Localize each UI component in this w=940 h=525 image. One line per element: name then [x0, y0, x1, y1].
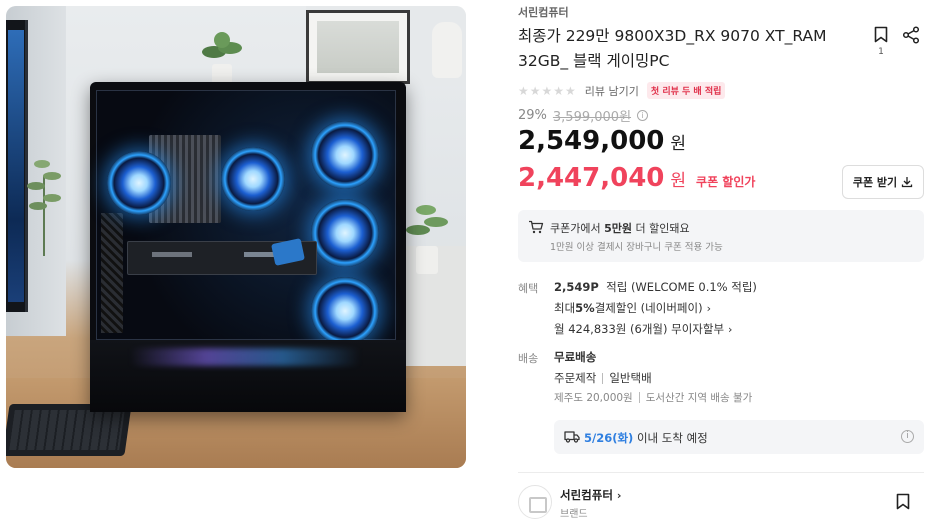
shipping-type-custom: 주문제작 — [554, 371, 597, 385]
sale-price-unit: 원 — [670, 134, 687, 154]
truck-icon — [564, 431, 580, 443]
coupon-notice-sub: 1만원 이상 결제시 장바구니 쿠폰 적용 가능 — [550, 242, 723, 253]
separator — [638, 392, 640, 403]
info-icon[interactable]: i — [901, 430, 914, 443]
chevron-right-icon: › — [728, 322, 733, 336]
divider — [518, 472, 924, 473]
photo-fan — [221, 147, 285, 211]
photo-frame — [306, 10, 410, 84]
photo-mesh — [101, 213, 123, 333]
photo-vase — [432, 22, 462, 78]
coupon-price-value: 2,447,040 — [518, 163, 665, 193]
photo-gpu-label — [152, 252, 192, 257]
bookmark-button[interactable]: 1 — [870, 26, 892, 57]
shipping-fee-line: 무료배송 — [554, 349, 596, 365]
get-coupon-button[interactable]: 쿠폰 받기 — [842, 165, 924, 199]
coupon-notice-suffix: 더 할인돼요 — [632, 222, 690, 235]
delivery-estimate[interactable]: 5/26(화) 이내 도착 예정 i — [554, 420, 924, 454]
discount-row: 29% 3,599,000원 i — [518, 106, 649, 125]
photo-fan — [311, 121, 379, 189]
get-coupon-label: 쿠폰 받기 — [852, 176, 898, 189]
store-avatar — [518, 485, 552, 519]
shipping-type-line: 주문제작 일반택배 — [554, 370, 652, 386]
product-page: 서린컴퓨터 최종가 229만 9800X3D_RX 9070 XT_RAM 32… — [0, 0, 940, 525]
card-discount-desc: 결제할인 (네이버페이) — [594, 301, 703, 315]
store-type: 브랜드 — [560, 509, 588, 520]
product-image[interactable] — [6, 6, 466, 468]
review-reward-badge: 첫 리뷰 두 배 적립 — [646, 82, 726, 99]
store-name-link[interactable]: 서린컴퓨터 › — [560, 487, 621, 503]
installment-line[interactable]: 월 424,833원 (6개월) 무이자할부 › — [554, 321, 732, 337]
discount-percent: 29% — [518, 108, 547, 123]
benefits-label: 혜택 — [518, 282, 539, 295]
rating-row: ★★★★★ 리뷰 남기기 첫 리뷰 두 배 적립 — [518, 82, 726, 99]
shipping-fee: 무료배송 — [554, 350, 597, 364]
store-row[interactable]: 서린컴퓨터 › 브랜드 — [518, 485, 924, 521]
arrival-text: 이내 도착 예정 — [633, 431, 708, 445]
photo-fan — [311, 199, 379, 267]
points-amount: 2,549P — [554, 280, 599, 294]
card-discount-rate: 5% — [575, 301, 595, 315]
original-price: 3,599,000원 — [552, 110, 632, 125]
write-review-link[interactable]: 리뷰 남기기 — [585, 83, 639, 99]
share-button[interactable] — [902, 26, 924, 48]
shipping-label: 배송 — [518, 352, 539, 365]
installment-text: 월 424,833원 (6개월) 무이자할부 — [554, 322, 725, 336]
coupon-notice-title: 쿠폰가에서 5만원 더 할인돼요 — [550, 220, 690, 236]
product-title: 최종가 229만 9800X3D_RX 9070 XT_RAM 32GB_ 블랙… — [518, 27, 827, 70]
coupon-price: 2,447,040 원 쿠폰 할인가 — [518, 163, 755, 193]
cart-icon — [529, 220, 544, 234]
store-name: 서린컴퓨터 — [560, 488, 613, 502]
photo-plant-left — [27, 160, 61, 256]
card-discount-prefix: 최대 — [554, 301, 576, 315]
coupon-notice-prefix: 쿠폰가에서 — [550, 222, 605, 235]
product-info-panel: 서린컴퓨터 최종가 229만 9800X3D_RX 9070 XT_RAM 32… — [518, 0, 928, 525]
shipping-extra-line: 제주도 20,000원 도서산간 지역 배송 불가 — [554, 390, 752, 405]
points-line: 2,549P 적립 (WELCOME 0.1% 적립) — [554, 279, 757, 295]
shipping-type-parcel: 일반택배 — [609, 371, 652, 385]
photo-plant-right — [406, 205, 448, 274]
photo-case-glass — [96, 90, 396, 345]
photo-fan — [107, 151, 171, 215]
share-icon — [902, 26, 920, 44]
arrival-date: 5/26(화) — [584, 431, 634, 445]
info-icon[interactable]: i — [637, 110, 649, 121]
points-desc: 적립 (WELCOME 0.1% 적립) — [606, 280, 757, 294]
shipping-jeju-fee: 제주도 20,000원 — [554, 392, 633, 404]
brand-name-link[interactable]: 서린컴퓨터 — [518, 4, 569, 20]
coupon-price-unit: 원 — [670, 171, 687, 191]
photo-pc-case — [90, 82, 406, 412]
download-icon — [902, 177, 913, 188]
card-discount-line[interactable]: 최대 5% 결제할인 (네이버페이) › — [554, 300, 711, 316]
rating-stars: ★★★★★ — [518, 83, 577, 98]
bookmark-icon[interactable] — [896, 493, 910, 510]
shipping-remote-note: 도서산간 지역 배송 불가 — [645, 392, 753, 404]
photo-case-base — [90, 340, 406, 412]
photo-fan — [311, 277, 379, 345]
coupon-price-label: 쿠폰 할인가 — [696, 175, 756, 189]
sale-price-value: 2,549,000 — [518, 126, 665, 156]
bookmark-count: 1 — [878, 47, 884, 57]
sale-price: 2,549,000 원 — [518, 126, 686, 156]
chevron-right-icon: › — [616, 489, 622, 502]
separator — [602, 372, 604, 384]
delivery-estimate-text: 5/26(화) 이내 도착 예정 — [584, 430, 708, 446]
coupon-notice[interactable]: 쿠폰가에서 5만원 더 할인돼요 1만원 이상 결제시 장바구니 쿠폰 적용 가… — [518, 210, 924, 262]
coupon-notice-amount: 5만원 — [604, 222, 633, 235]
bookmark-icon — [874, 26, 888, 43]
photo-plant-top — [202, 32, 242, 84]
chevron-right-icon: › — [706, 301, 711, 315]
